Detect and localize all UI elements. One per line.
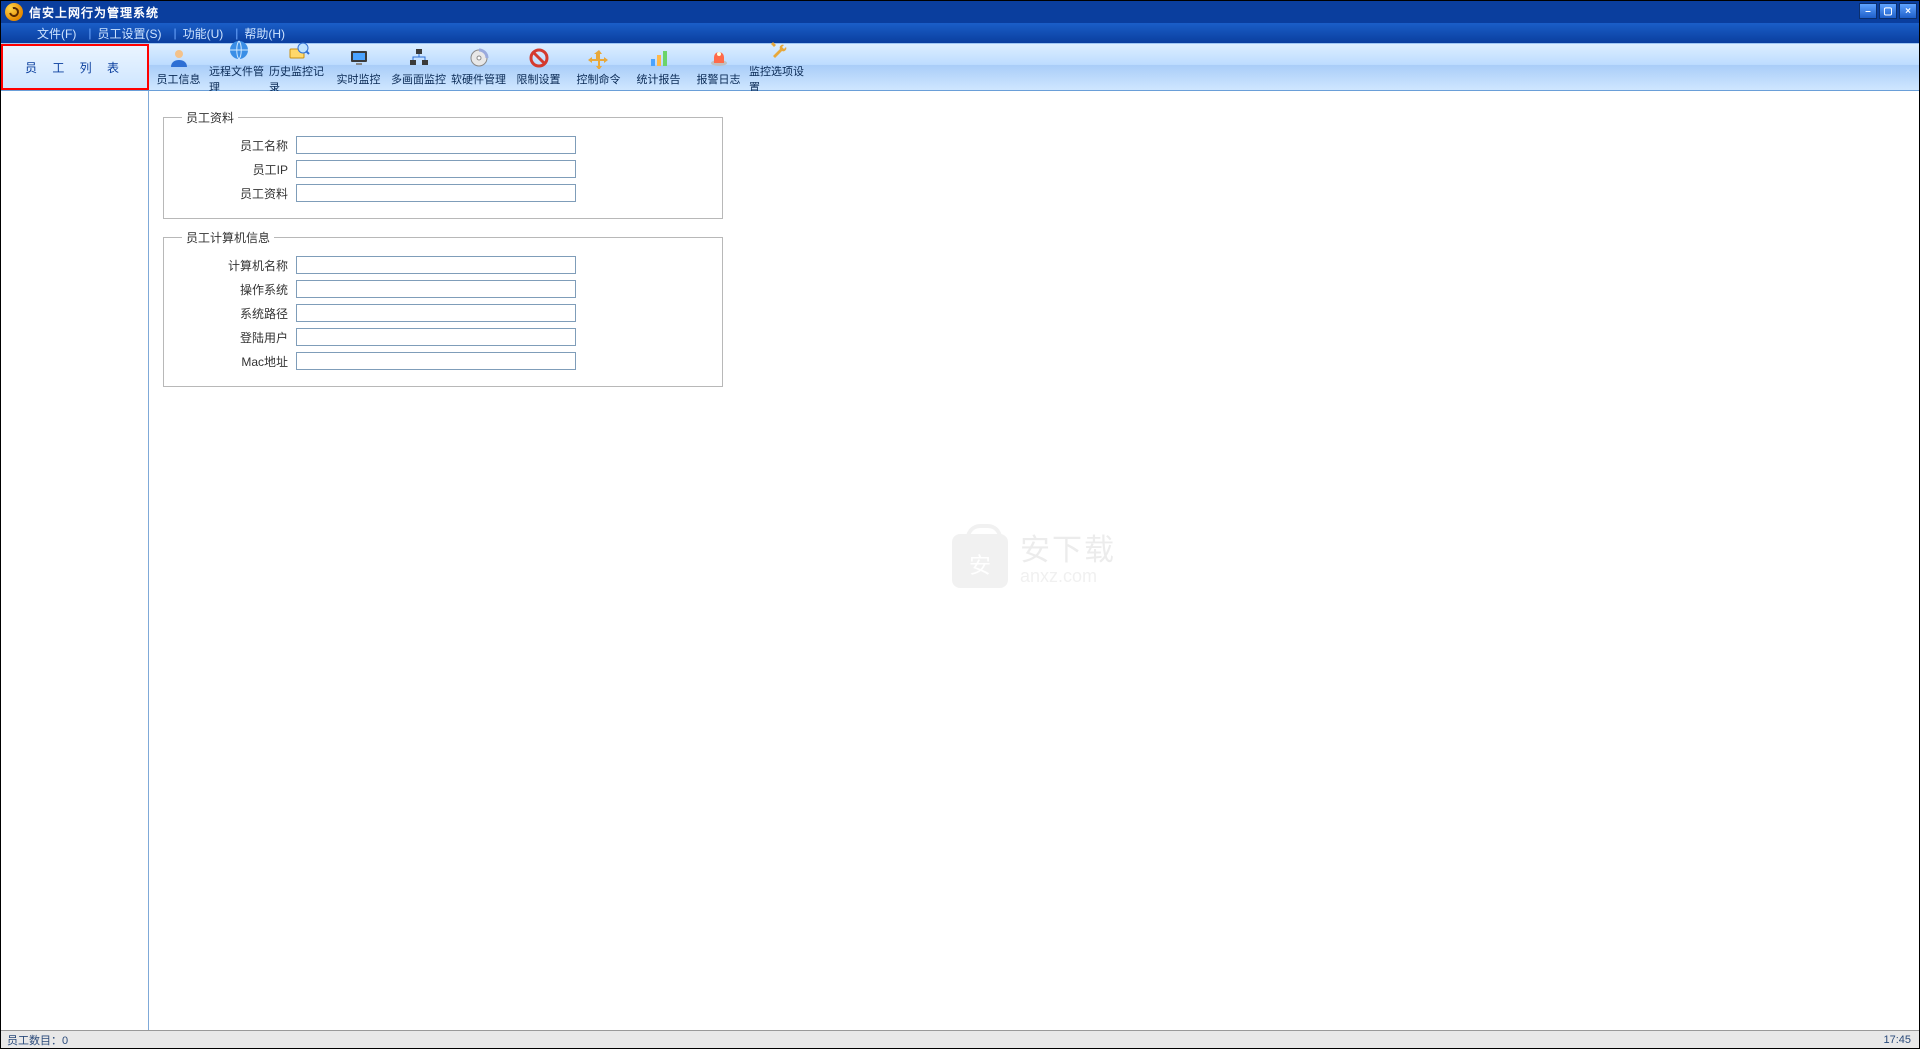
minimize-button[interactable]: – — [1859, 3, 1877, 19]
alarm-icon — [707, 47, 731, 69]
label-system-path: 系统路径 — [176, 305, 296, 322]
input-employee-profile[interactable] — [296, 184, 576, 202]
toolbar-control-cmd[interactable]: 控制命令 — [569, 44, 629, 90]
sidebar-header-employee-list[interactable]: 员 工 列 表 — [1, 44, 149, 90]
input-mac[interactable] — [296, 352, 576, 370]
label-mac: Mac地址 — [176, 353, 296, 370]
label-computer-name: 计算机名称 — [176, 257, 296, 274]
field-row: Mac地址 — [176, 352, 710, 370]
input-employee-ip[interactable] — [296, 160, 576, 178]
toolbar-label: 统计报告 — [637, 71, 681, 87]
input-computer-name[interactable] — [296, 256, 576, 274]
field-row: 员工资料 — [176, 184, 710, 202]
toolbar-realtime-monitor[interactable]: 实时监控 — [329, 44, 389, 90]
watermark-text: 安下载 anxz.com — [1020, 534, 1116, 587]
toolbar-label: 实时监控 — [337, 71, 381, 87]
field-row: 操作系统 — [176, 280, 710, 298]
monitor-icon — [347, 47, 371, 69]
group-employee-profile: 员工资料 员工名称 员工IP 员工资料 — [163, 109, 723, 219]
toolbar-alarm-log[interactable]: 报警日志 — [689, 44, 749, 90]
watermark-cn: 安下载 — [1020, 534, 1116, 567]
status-time: 17:45 — [1883, 1034, 1911, 1046]
menu-features[interactable]: 功能(U) — [183, 25, 224, 42]
menu-separator: | — [173, 26, 176, 40]
magnifier-icon — [287, 39, 311, 61]
app-icon — [5, 3, 23, 21]
cd-icon — [467, 47, 491, 69]
toolbar-multi-screen[interactable]: 多画面监控 — [389, 44, 449, 90]
label-employee-name: 员工名称 — [176, 137, 296, 154]
toolbar: 员 工 列 表 员工信息 远程文件管理 历史监控记录 实时监控 多画面监控 — [1, 43, 1919, 91]
tools-icon — [767, 39, 791, 61]
toolbar-hw-sw-mgmt[interactable]: 软硬件管理 — [449, 44, 509, 90]
label-login-user: 登陆用户 — [176, 329, 296, 346]
input-os[interactable] — [296, 280, 576, 298]
menu-separator: | — [88, 26, 91, 40]
chart-icon — [647, 47, 671, 69]
label-employee-ip: 员工IP — [176, 161, 296, 178]
person-icon — [167, 47, 191, 69]
network-icon — [407, 47, 431, 69]
field-row: 登陆用户 — [176, 328, 710, 346]
maximize-button[interactable]: ▢ — [1879, 3, 1897, 19]
toolbar-stats-report[interactable]: 统计报告 — [629, 44, 689, 90]
menu-file[interactable]: 文件(F) — [37, 25, 76, 42]
title-bar: 信安上网行为管理系统 – ▢ × — [1, 1, 1919, 23]
watermark: 安下载 anxz.com — [952, 534, 1116, 588]
toolbar-label: 控制命令 — [577, 71, 621, 87]
main-area: 员工资料 员工名称 员工IP 员工资料 员工计算机信息 计算机名称 操作系统 — [1, 91, 1919, 1030]
forbidden-icon — [527, 47, 551, 69]
field-row: 系统路径 — [176, 304, 710, 322]
group-legend: 员工计算机信息 — [182, 229, 274, 246]
toolbar-label: 员工信息 — [157, 71, 201, 87]
window-controls: – ▢ × — [1859, 3, 1917, 19]
toolbar-remote-file-mgmt[interactable]: 远程文件管理 — [209, 44, 269, 90]
toolbar-monitor-options[interactable]: 监控选项设置 — [749, 44, 809, 90]
menu-separator: | — [235, 26, 238, 40]
toolbar-label: 多画面监控 — [391, 71, 446, 87]
globe-icon — [227, 39, 251, 61]
group-legend: 员工资料 — [182, 109, 238, 126]
input-system-path[interactable] — [296, 304, 576, 322]
command-icon — [587, 47, 611, 69]
watermark-icon — [952, 534, 1008, 588]
group-computer-info: 员工计算机信息 计算机名称 操作系统 系统路径 登陆用户 Mac地址 — [163, 229, 723, 387]
input-login-user[interactable] — [296, 328, 576, 346]
watermark-en: anxz.com — [1020, 567, 1116, 587]
toolbar-label: 报警日志 — [697, 71, 741, 87]
field-row: 计算机名称 — [176, 256, 710, 274]
toolbar-history-monitor[interactable]: 历史监控记录 — [269, 44, 329, 90]
label-os: 操作系统 — [176, 281, 296, 298]
menu-employee-settings[interactable]: 员工设置(S) — [97, 25, 161, 42]
toolbar-limit-settings[interactable]: 限制设置 — [509, 44, 569, 90]
toolbar-label: 软硬件管理 — [451, 71, 506, 87]
app-title: 信安上网行为管理系统 — [29, 4, 159, 21]
field-row: 员工IP — [176, 160, 710, 178]
toolbar-label: 限制设置 — [517, 71, 561, 87]
status-employee-count: 员工数目：0 — [7, 1032, 68, 1048]
label-employee-profile: 员工资料 — [176, 185, 296, 202]
close-button[interactable]: × — [1899, 3, 1917, 19]
field-row: 员工名称 — [176, 136, 710, 154]
employee-list-sidebar[interactable] — [1, 91, 149, 1030]
toolbar-employee-info[interactable]: 员工信息 — [149, 44, 209, 90]
input-employee-name[interactable] — [296, 136, 576, 154]
content-panel: 员工资料 员工名称 员工IP 员工资料 员工计算机信息 计算机名称 操作系统 — [149, 91, 1919, 1030]
status-bar: 员工数目：0 17:45 — [1, 1030, 1919, 1048]
